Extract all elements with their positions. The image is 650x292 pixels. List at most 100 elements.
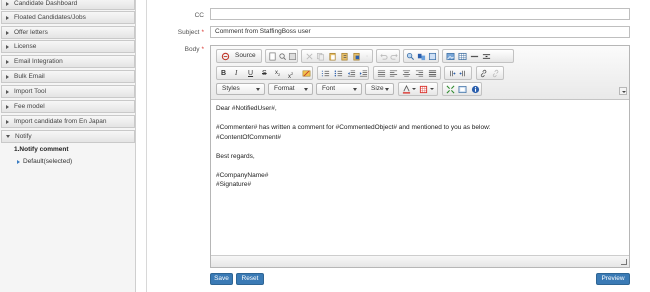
sidebar-item-label: Offer letters	[14, 29, 48, 36]
sidebar-item-candidate-dashboard[interactable]: Candidate Dashboard	[1, 0, 135, 10]
chevron-down-icon	[304, 88, 308, 91]
text-color-icon[interactable]	[402, 85, 411, 94]
sidebar-item-offer-letters[interactable]: Offer letters	[1, 26, 135, 39]
chevron-down-icon[interactable]	[412, 88, 416, 90]
unlink-icon[interactable]	[492, 69, 501, 78]
chevron-right-icon	[6, 59, 9, 64]
cut-icon[interactable]	[305, 52, 314, 61]
sidebar-item-label: Email Integration	[14, 58, 63, 65]
about-icon[interactable]	[471, 85, 480, 94]
subject-input[interactable]: Comment from StaffingBoss user	[210, 26, 630, 38]
content-line: Best regards,	[216, 152, 255, 160]
source-button[interactable]: Source	[216, 49, 262, 63]
superscript-icon[interactable]: x2	[288, 69, 297, 80]
blockquote-icon[interactable]	[377, 69, 386, 78]
doc-tools-group	[265, 49, 298, 63]
paste-icon[interactable]	[328, 52, 337, 61]
indent-icon[interactable]	[359, 69, 368, 78]
show-blocks-icon[interactable]	[458, 85, 467, 94]
sidebar-item-license[interactable]: License	[1, 40, 135, 53]
sidebar-item-bulk-email[interactable]: Bulk Email	[1, 70, 135, 83]
maximize-icon[interactable]	[446, 85, 455, 94]
find-icon[interactable]	[406, 52, 415, 61]
chevron-right-icon	[6, 1, 9, 6]
sidebar-subitem-default[interactable]: Default(selected)	[17, 158, 72, 165]
find-group	[403, 49, 439, 63]
insert-group	[442, 49, 514, 63]
list-indent-group	[317, 66, 369, 80]
copy-icon[interactable]	[316, 52, 325, 61]
numbered-list-icon[interactable]	[321, 69, 330, 78]
content-line	[216, 114, 624, 124]
styles-dropdown[interactable]: Styles	[216, 83, 265, 95]
subject-label: Subject *	[177, 29, 204, 36]
chevron-down-icon[interactable]	[430, 88, 434, 90]
content-line: #Commenter# has written a comment for #C…	[216, 124, 491, 131]
collapse-toolbar-button[interactable]	[619, 87, 627, 95]
bulleted-list-icon[interactable]	[334, 69, 343, 78]
link-icon[interactable]	[480, 69, 489, 78]
chevron-down-icon	[6, 135, 10, 138]
underline-icon[interactable]: U	[248, 69, 257, 78]
clipboard-group	[301, 49, 373, 63]
sidebar-item-email-integration[interactable]: Email Integration	[1, 55, 135, 68]
editor-content-area[interactable]: Dear #NotifiedUser#, #Commenter# has wri…	[216, 104, 624, 190]
rich-text-editor: Source B I U S x2 x2 Styles Format Font …	[210, 45, 630, 268]
editor-toolbar: Source B I U S x2 x2 Styles Format Font …	[211, 46, 629, 100]
background-color-icon[interactable]	[419, 85, 428, 94]
strikethrough-icon[interactable]: S	[262, 69, 271, 78]
sidebar-item-fee-model[interactable]: Fee model	[1, 100, 135, 113]
outdent-icon[interactable]	[347, 69, 356, 78]
sidebar-item-import-en-japan[interactable]: Import candidate from En Japan	[1, 115, 135, 128]
text-ltr-icon[interactable]	[447, 69, 456, 78]
content-line	[216, 161, 624, 171]
undo-redo-group	[376, 49, 400, 63]
resize-handle-icon[interactable]	[621, 259, 627, 265]
justify-icon[interactable]	[428, 69, 437, 78]
page-break-icon[interactable]	[482, 52, 491, 61]
subscript-icon[interactable]: x2	[275, 69, 284, 78]
save-button[interactable]: Save	[210, 273, 233, 285]
editor-statusbar	[211, 255, 629, 267]
remove-format-icon[interactable]	[302, 69, 311, 78]
chevron-right-icon	[6, 89, 9, 94]
paste-word-icon[interactable]	[352, 52, 361, 61]
italic-icon[interactable]: I	[235, 69, 244, 78]
source-icon	[221, 52, 230, 61]
tools-group	[442, 82, 482, 96]
sidebar-item-label: Candidate Dashboard	[14, 0, 78, 7]
sidebar-item-label: Floated Candidates/Jobs	[14, 14, 86, 21]
reset-button[interactable]: Reset	[236, 273, 264, 285]
sidebar-item-import-tool[interactable]: Import Tool	[1, 85, 135, 98]
align-right-icon[interactable]	[415, 69, 424, 78]
font-dropdown[interactable]: Font	[316, 83, 362, 95]
sidebar-item-label: Fee model	[14, 103, 45, 110]
paste-text-icon[interactable]	[340, 52, 349, 61]
bold-icon[interactable]: B	[221, 69, 230, 78]
align-center-icon[interactable]	[402, 69, 411, 78]
chevron-right-icon	[6, 104, 9, 109]
image-icon[interactable]	[446, 52, 455, 61]
text-rtl-icon[interactable]	[459, 69, 468, 78]
undo-icon[interactable]	[379, 52, 388, 61]
chevron-right-icon	[6, 74, 9, 79]
preview-button[interactable]: Preview	[596, 273, 630, 285]
size-dropdown[interactable]: Size	[365, 83, 394, 95]
table-icon[interactable]	[458, 52, 467, 61]
templates-icon[interactable]	[288, 52, 297, 61]
select-all-icon[interactable]	[428, 52, 437, 61]
cc-label: CC	[194, 12, 204, 19]
align-left-icon[interactable]	[389, 69, 398, 78]
sidebar-item-notify[interactable]: Notify	[1, 130, 135, 143]
redo-icon[interactable]	[390, 52, 399, 61]
horizontal-line-icon[interactable]	[470, 52, 479, 61]
sidebar-item-floated-candidates[interactable]: Floated Candidates/Jobs	[1, 11, 135, 24]
format-dropdown[interactable]: Format	[268, 83, 313, 95]
preview-icon[interactable]	[278, 52, 287, 61]
link-group	[476, 66, 504, 80]
cc-input[interactable]	[210, 8, 630, 20]
new-page-icon[interactable]	[268, 52, 277, 61]
replace-icon[interactable]	[417, 52, 426, 61]
chevron-right-icon	[6, 30, 9, 35]
chevron-down-icon	[256, 88, 260, 91]
